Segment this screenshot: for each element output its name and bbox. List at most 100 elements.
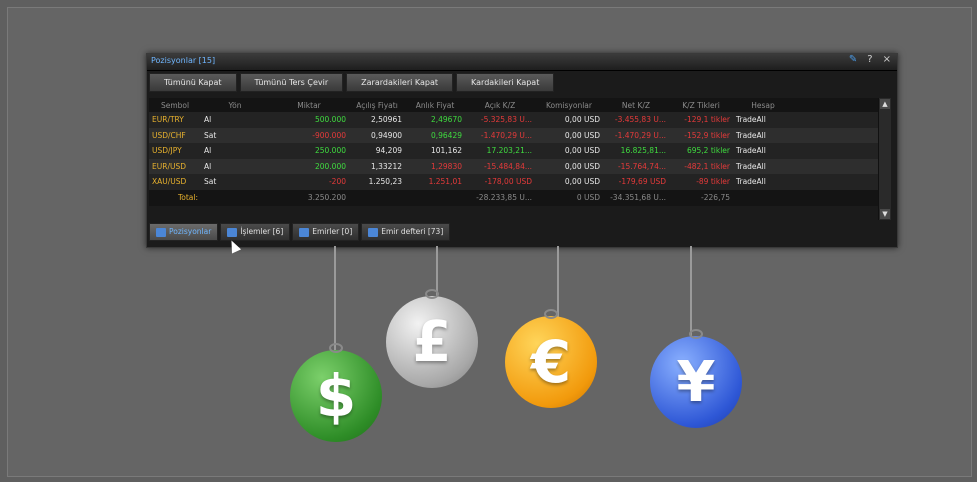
direction-cell: Al [204, 115, 212, 125]
open-price-cell: 1.250,23 [368, 177, 402, 187]
total-net-pl: -34.351,68 U... [610, 193, 666, 202]
cart-icon [299, 227, 310, 237]
net-pl-cell: -1.470,29 U... [614, 130, 666, 140]
account-cell: TradeAll [736, 115, 766, 125]
symbol-cell: USD/CHF [152, 130, 186, 140]
pl-ticks-cell: -129,1 tikler [684, 115, 730, 125]
current-price-cell: 1.251,01 [428, 177, 462, 187]
column-header[interactable]: K/Z Tikleri [669, 101, 733, 110]
tab-orders[interactable]: Emirler [0] [292, 223, 360, 241]
table-row[interactable]: EUR/TRY Al 500.000 2,50961 2,49670 -5.32… [149, 112, 879, 128]
account-cell: TradeAll [736, 177, 766, 187]
commission-cell: 0,00 USD [564, 130, 600, 140]
total-ticks: -226,75 [701, 193, 730, 202]
commission-cell: 0,00 USD [564, 177, 600, 187]
tab-order-book[interactable]: Emir defteri [73] [361, 223, 451, 241]
commission-cell: 0,00 USD [564, 115, 600, 125]
yen-coin-icon: ¥ [650, 329, 742, 428]
pl-ticks-cell: -152,9 tikler [684, 130, 730, 140]
tab-label: İşlemler [6] [240, 227, 284, 236]
account-cell: TradeAll [736, 146, 766, 156]
positions-table: Sembol Yön Miktar Açılış Fiyatı Anlık Fi… [149, 98, 879, 206]
net-pl-cell: -3.455,83 U... [614, 115, 666, 125]
current-price-cell: 0,96429 [430, 130, 462, 140]
column-header[interactable]: Açılış Fiyatı [349, 101, 405, 110]
positions-window: Pozisyonlar [15] ✎ ? × Tümünü Kapat Tümü… [146, 53, 898, 248]
symbol-cell: XAU/USD [152, 177, 187, 187]
current-price-cell: 101,162 [430, 146, 462, 156]
quantity-cell: -900.000 [312, 130, 346, 140]
table-row[interactable]: EUR/USD Al 200.000 1,33212 1,29830 -15.4… [149, 158, 879, 174]
open-price-cell: 94,209 [375, 146, 402, 156]
column-header[interactable]: Yön [201, 101, 269, 110]
direction-cell: Sat [204, 177, 217, 187]
pound-coin-icon: £ [386, 289, 478, 388]
pl-ticks-cell: -89 tikler [696, 177, 730, 187]
net-pl-cell: -15.764,74... [617, 161, 666, 171]
tab-trades[interactable]: İşlemler [6] [220, 223, 291, 241]
open-pl-cell: 17.203,21... [486, 146, 532, 156]
window-controls: ✎ ? × [849, 54, 891, 65]
close-icon[interactable]: × [883, 54, 891, 65]
column-header[interactable]: Hesap [733, 101, 793, 110]
direction-cell: Al [204, 161, 212, 171]
net-pl-cell: 16.825,81... [620, 146, 666, 156]
symbol-cell: EUR/USD [152, 161, 186, 171]
tab-label: Emir defteri [73] [381, 227, 444, 236]
vertical-scrollbar[interactable]: ▲ ▼ [878, 98, 891, 220]
reverse-all-button[interactable]: Tümünü Ters Çevir [239, 73, 344, 92]
column-header[interactable]: Sembol [149, 101, 201, 110]
symbol-cell: EUR/TRY [152, 115, 184, 125]
current-price-cell: 1,29830 [430, 161, 462, 171]
action-toolbar: Tümünü Kapat Tümünü Ters Çevir Zarardaki… [149, 73, 555, 93]
column-header[interactable]: Net K/Z [603, 101, 669, 110]
total-label: Total: [177, 193, 198, 202]
open-price-cell: 1,33212 [370, 161, 402, 171]
net-pl-cell: -179,69 USD [618, 177, 666, 187]
current-price-cell: 2,49670 [430, 115, 462, 125]
column-header[interactable]: Komisyonlar [535, 101, 603, 110]
total-commission: 0 USD [576, 193, 600, 202]
quantity-cell: -200 [328, 177, 346, 187]
open-pl-cell: -1.470,29 U... [480, 130, 532, 140]
order-book-icon [368, 227, 379, 237]
scroll-up-icon[interactable]: ▲ [880, 99, 890, 109]
bottom-tabs: Pozisyonlar İşlemler [6] Emirler [0] Emi… [149, 223, 451, 241]
open-pl-cell: -178,00 USD [484, 177, 532, 187]
euro-coin-icon: € [505, 309, 597, 408]
trades-icon [227, 227, 238, 237]
open-pl-cell: -5.325,83 U... [480, 115, 532, 125]
column-header[interactable]: Açık K/Z [465, 101, 535, 110]
help-icon[interactable]: ? [867, 54, 872, 65]
window-title: Pozisyonlar [15] [151, 56, 216, 65]
commission-cell: 0,00 USD [564, 146, 600, 156]
tab-label: Emirler [0] [312, 227, 353, 236]
symbol-cell: USD/JPY [152, 146, 182, 156]
close-losing-button[interactable]: Zarardakileri Kapat [346, 73, 454, 92]
scroll-down-icon[interactable]: ▼ [880, 209, 890, 219]
commission-cell: 0,00 USD [564, 161, 600, 171]
open-price-cell: 0,94900 [370, 130, 402, 140]
open-price-cell: 2,50961 [370, 115, 402, 125]
tab-positions[interactable]: Pozisyonlar [149, 223, 219, 241]
close-all-button[interactable]: Tümünü Kapat [149, 73, 237, 92]
total-quantity: 3.250.200 [307, 193, 346, 202]
quantity-cell: 500.000 [314, 115, 346, 125]
quantity-cell: 200.000 [314, 161, 346, 171]
table-row[interactable]: XAU/USD Sat -200 1.250,23 1.251,01 -178,… [149, 174, 879, 190]
account-cell: TradeAll [736, 161, 766, 171]
edit-icon[interactable]: ✎ [849, 54, 857, 65]
positions-icon [156, 227, 166, 237]
close-winning-button[interactable]: Kardakileri Kapat [456, 73, 555, 92]
table-row[interactable]: USD/CHF Sat -900.000 0,94900 0,96429 -1.… [149, 127, 879, 143]
table-row[interactable]: USD/JPY Al 250.000 94,209 101,162 17.203… [149, 143, 879, 159]
column-header[interactable]: Miktar [269, 101, 349, 110]
dollar-coin-icon: $ [290, 343, 382, 442]
pl-ticks-cell: 695,2 tikler [686, 146, 730, 156]
window-titlebar[interactable]: Pozisyonlar [15] ✎ ? × [147, 54, 897, 71]
coin-string [690, 246, 692, 338]
tab-label: Pozisyonlar [169, 227, 212, 236]
open-pl-cell: -15.484,84... [483, 161, 532, 171]
coin-string [557, 246, 559, 318]
column-header[interactable]: Anlık Fiyat [405, 101, 465, 110]
